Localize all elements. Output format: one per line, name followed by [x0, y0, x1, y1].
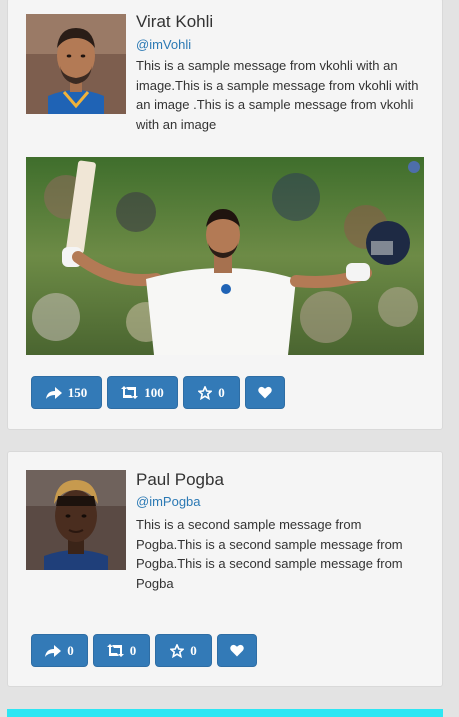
heart-icon	[230, 644, 244, 657]
share-count: 150	[67, 384, 88, 400]
star-icon	[170, 643, 185, 658]
retweet-icon	[121, 386, 139, 399]
star-count: 0	[218, 384, 225, 400]
post-card: Virat Kohli @imVohli This is a sample me…	[7, 0, 443, 430]
post-message: This is a sample message from vkohli wit…	[136, 58, 419, 132]
star-button[interactable]: 0	[183, 376, 240, 409]
heart-icon	[258, 386, 272, 399]
post-image[interactable]	[26, 157, 424, 355]
post-actions: 150 100 0	[31, 376, 285, 409]
avatar[interactable]	[26, 470, 126, 570]
post-actions: 0 0 0	[31, 634, 257, 667]
share-arrow-icon	[45, 644, 62, 657]
avatar[interactable]	[26, 14, 126, 114]
like-button[interactable]	[245, 376, 285, 409]
like-button[interactable]	[217, 634, 257, 667]
author-name[interactable]: Paul Pogba	[136, 470, 224, 490]
star-button[interactable]: 0	[155, 634, 212, 667]
author-handle[interactable]: @imVohli	[136, 37, 191, 52]
retweet-button[interactable]: 100	[107, 376, 178, 409]
retweet-button[interactable]: 0	[93, 634, 150, 667]
retweet-count: 0	[129, 642, 137, 658]
post-card: Paul Pogba @imPogba This is a second sam…	[7, 451, 443, 687]
star-count: 0	[190, 642, 197, 658]
star-icon	[198, 385, 213, 400]
share-button[interactable]: 0	[31, 634, 88, 667]
author-handle[interactable]: @imPogba	[136, 494, 201, 509]
share-arrow-icon	[45, 386, 62, 399]
retweet-count: 100	[144, 384, 164, 400]
post-message: This is a second sample message from Pog…	[136, 517, 403, 591]
next-card-accent-bar	[7, 709, 443, 717]
author-name[interactable]: Virat Kohli	[136, 12, 213, 32]
share-button[interactable]: 150	[31, 376, 102, 409]
retweet-icon	[106, 644, 124, 657]
share-count: 0	[67, 642, 74, 658]
